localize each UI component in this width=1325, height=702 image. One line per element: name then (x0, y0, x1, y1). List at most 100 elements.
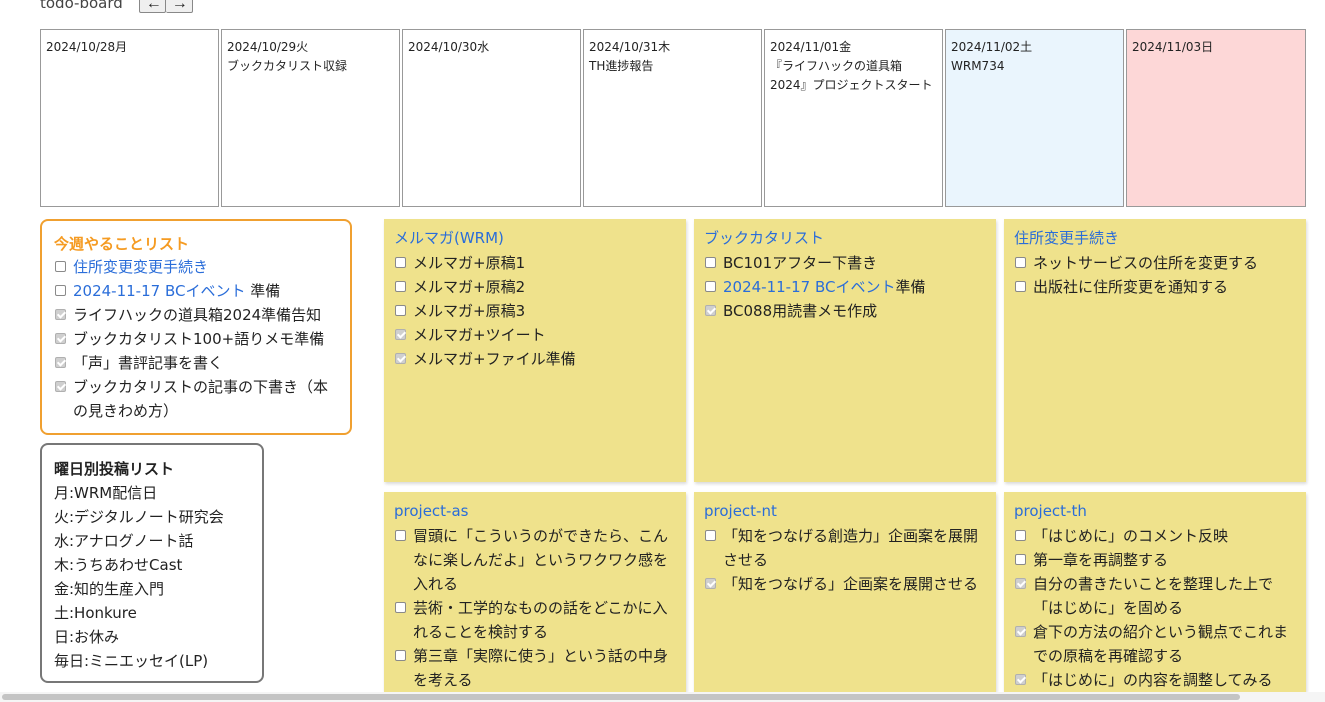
task-checkbox[interactable] (395, 353, 406, 364)
todo-item: ブックカタリストの記事の下書き（本の見きわめ方） (54, 375, 338, 423)
task-checkbox[interactable] (1015, 530, 1026, 541)
task-item: ネットサービスの住所を変更する (1014, 251, 1296, 275)
weekly-todo-title: 今週やることリスト (54, 235, 190, 253)
scrollbar-thumb[interactable] (2, 694, 1240, 700)
task-item: BC101アフター下書き (704, 251, 986, 275)
calendar-day-mon[interactable]: 2024/10/28月 (40, 29, 219, 207)
next-week-button[interactable]: → (165, 0, 193, 13)
task-text: 「知をつなげる」企画案を展開させる (723, 575, 979, 593)
task-item: 第一章を再調整する (1014, 548, 1296, 572)
todo-text: 準備 (245, 282, 281, 300)
calendar-day-wed[interactable]: 2024/10/30水 (402, 29, 581, 207)
task-checkbox[interactable] (395, 329, 406, 340)
todo-item: ブックカタリスト100+語りメモ準備 (54, 327, 338, 351)
task-checkbox[interactable] (1015, 674, 1026, 685)
calendar-day-thu[interactable]: 2024/10/31木 TH進捗報告 (583, 29, 762, 207)
day-date: 2024/11/02土 (951, 40, 1033, 54)
project-card-th: project-th 「はじめに」のコメント反映 第一章を再調整する 自分の書き… (1004, 492, 1306, 692)
task-text: 出版社に住所変更を通知する (1033, 278, 1229, 296)
todo-text: 「声」書評記事を書く (73, 354, 224, 372)
todo-checkbox[interactable] (55, 333, 66, 344)
week-calendar: 2024/10/28月 2024/10/29火 ブックカタリスト収録 2024/… (40, 29, 1306, 209)
todo-checkbox[interactable] (55, 357, 66, 368)
posting-line: 火:デジタルノート研究会 (54, 508, 224, 526)
day-note: WRM734 (951, 59, 1005, 73)
task-item: 出版社に住所変更を通知する (1014, 275, 1296, 299)
week-navigation: ← → (138, 0, 193, 13)
task-checkbox[interactable] (705, 530, 716, 541)
task-item: 自分の書きたいことを整理した上で「はじめに」を固める (1014, 572, 1296, 620)
app-title: todo-board (40, 0, 123, 12)
task-text: BC088用読書メモ作成 (723, 302, 878, 320)
task-checkbox[interactable] (395, 257, 406, 268)
card-title[interactable]: project-as (394, 500, 676, 522)
task-text: 自分の書きたいことを整理した上で「はじめに」を固める (1033, 575, 1274, 617)
posting-line: 土:Honkure (54, 604, 137, 622)
task-item: 「はじめに」の内容を調整してみる (1014, 668, 1296, 692)
task-item: 2024-11-17 BCイベント準備 (704, 275, 986, 299)
todo-item: 住所変更変更手続き (54, 255, 338, 279)
task-item: メルマガ+ツイート (394, 323, 676, 347)
task-checkbox[interactable] (395, 650, 406, 661)
task-text: 「はじめに」の内容を調整してみる (1033, 671, 1273, 689)
posting-line: 水:アナログノート話 (54, 532, 194, 550)
task-item: メルマガ+原稿1 (394, 251, 676, 275)
task-text: メルマガ+原稿1 (413, 254, 526, 272)
todo-text: ブックカタリスト100+語りメモ準備 (73, 330, 325, 348)
calendar-day-sun[interactable]: 2024/11/03日 (1126, 29, 1306, 207)
task-checkbox[interactable] (705, 281, 716, 292)
task-link[interactable]: 2024-11-17 BCイベント (723, 278, 895, 296)
project-card-nt: project-nt 「知をつなげる創造力」企画案を展開させる 「知をつなげる」… (694, 492, 996, 692)
task-item: 冒頭に「こういうのができたら、こんなに楽しんだよ」というワクワク感を入れる (394, 524, 676, 596)
posting-schedule-panel: 曜日別投稿リスト 月:WRM配信日 火:デジタルノート研究会 水:アナログノート… (40, 443, 264, 683)
todo-link[interactable]: 2024-11-17 BCイベント (73, 282, 245, 300)
card-title[interactable]: 住所変更手続き (1014, 227, 1296, 249)
card-title[interactable]: ブックカタリスト (704, 227, 986, 249)
todo-item: ライフハックの道具箱2024準備告知 (54, 303, 338, 327)
task-checkbox[interactable] (1015, 554, 1026, 565)
posting-line: 日:お休み (54, 628, 120, 646)
task-checkbox[interactable] (1015, 257, 1026, 268)
todo-checkbox[interactable] (55, 309, 66, 320)
calendar-day-sat[interactable]: 2024/11/02土 WRM734 (945, 29, 1124, 207)
task-checkbox[interactable] (1015, 626, 1026, 637)
task-checkbox[interactable] (395, 602, 406, 613)
task-checkbox[interactable] (705, 305, 716, 316)
task-item: メルマガ+ファイル準備 (394, 347, 676, 371)
card-title[interactable]: メルマガ(WRM) (394, 227, 676, 249)
task-text: 冒頭に「こういうのができたら、こんなに楽しんだよ」というワクワク感を入れる (413, 527, 669, 593)
task-item: 「知をつなげる創造力」企画案を展開させる (704, 524, 986, 572)
calendar-day-fri[interactable]: 2024/11/01金 『ライフハックの道具箱2024』プロジェクトスタート (764, 29, 943, 207)
todo-link[interactable]: 住所変更変更手続き (73, 258, 208, 276)
task-checkbox[interactable] (395, 281, 406, 292)
posting-line: 月:WRM配信日 (54, 484, 158, 502)
todo-checkbox[interactable] (55, 285, 66, 296)
top-bar: todo-board ← → (40, 0, 193, 14)
card-title[interactable]: project-th (1014, 500, 1296, 522)
task-checkbox[interactable] (1015, 578, 1026, 589)
task-checkbox[interactable] (705, 257, 716, 268)
horizontal-scrollbar[interactable] (0, 692, 1325, 702)
day-note: 『ライフハックの道具箱2024』プロジェクトスタート (770, 59, 933, 92)
task-text: メルマガ+原稿3 (413, 302, 526, 320)
task-text: 「はじめに」のコメント反映 (1033, 527, 1229, 545)
calendar-day-tue[interactable]: 2024/10/29火 ブックカタリスト収録 (221, 29, 400, 207)
task-item: 「はじめに」のコメント反映 (1014, 524, 1296, 548)
task-item: 倉下の方法の紹介という観点でこれまでの原稿を再確認する (1014, 620, 1296, 668)
task-item: 第三章「実際に使う」という話の中身を考える (394, 644, 676, 692)
task-checkbox[interactable] (395, 305, 406, 316)
card-title[interactable]: project-nt (704, 500, 986, 522)
day-date: 2024/10/31木 (589, 40, 671, 54)
todo-checkbox[interactable] (55, 261, 66, 272)
task-checkbox[interactable] (395, 530, 406, 541)
todo-text: ライフハックの道具箱2024準備告知 (73, 306, 322, 324)
task-text: メルマガ+原稿2 (413, 278, 526, 296)
task-checkbox[interactable] (705, 578, 716, 589)
todo-item: 2024-11-17 BCイベント 準備 (54, 279, 338, 303)
todo-checkbox[interactable] (55, 381, 66, 392)
prev-week-button[interactable]: ← (138, 0, 166, 13)
day-date: 2024/11/03日 (1132, 40, 1214, 54)
task-text: 倉下の方法の紹介という観点でこれまでの原稿を再確認する (1033, 623, 1289, 665)
task-item: 「知をつなげる」企画案を展開させる (704, 572, 986, 596)
task-checkbox[interactable] (1015, 281, 1026, 292)
